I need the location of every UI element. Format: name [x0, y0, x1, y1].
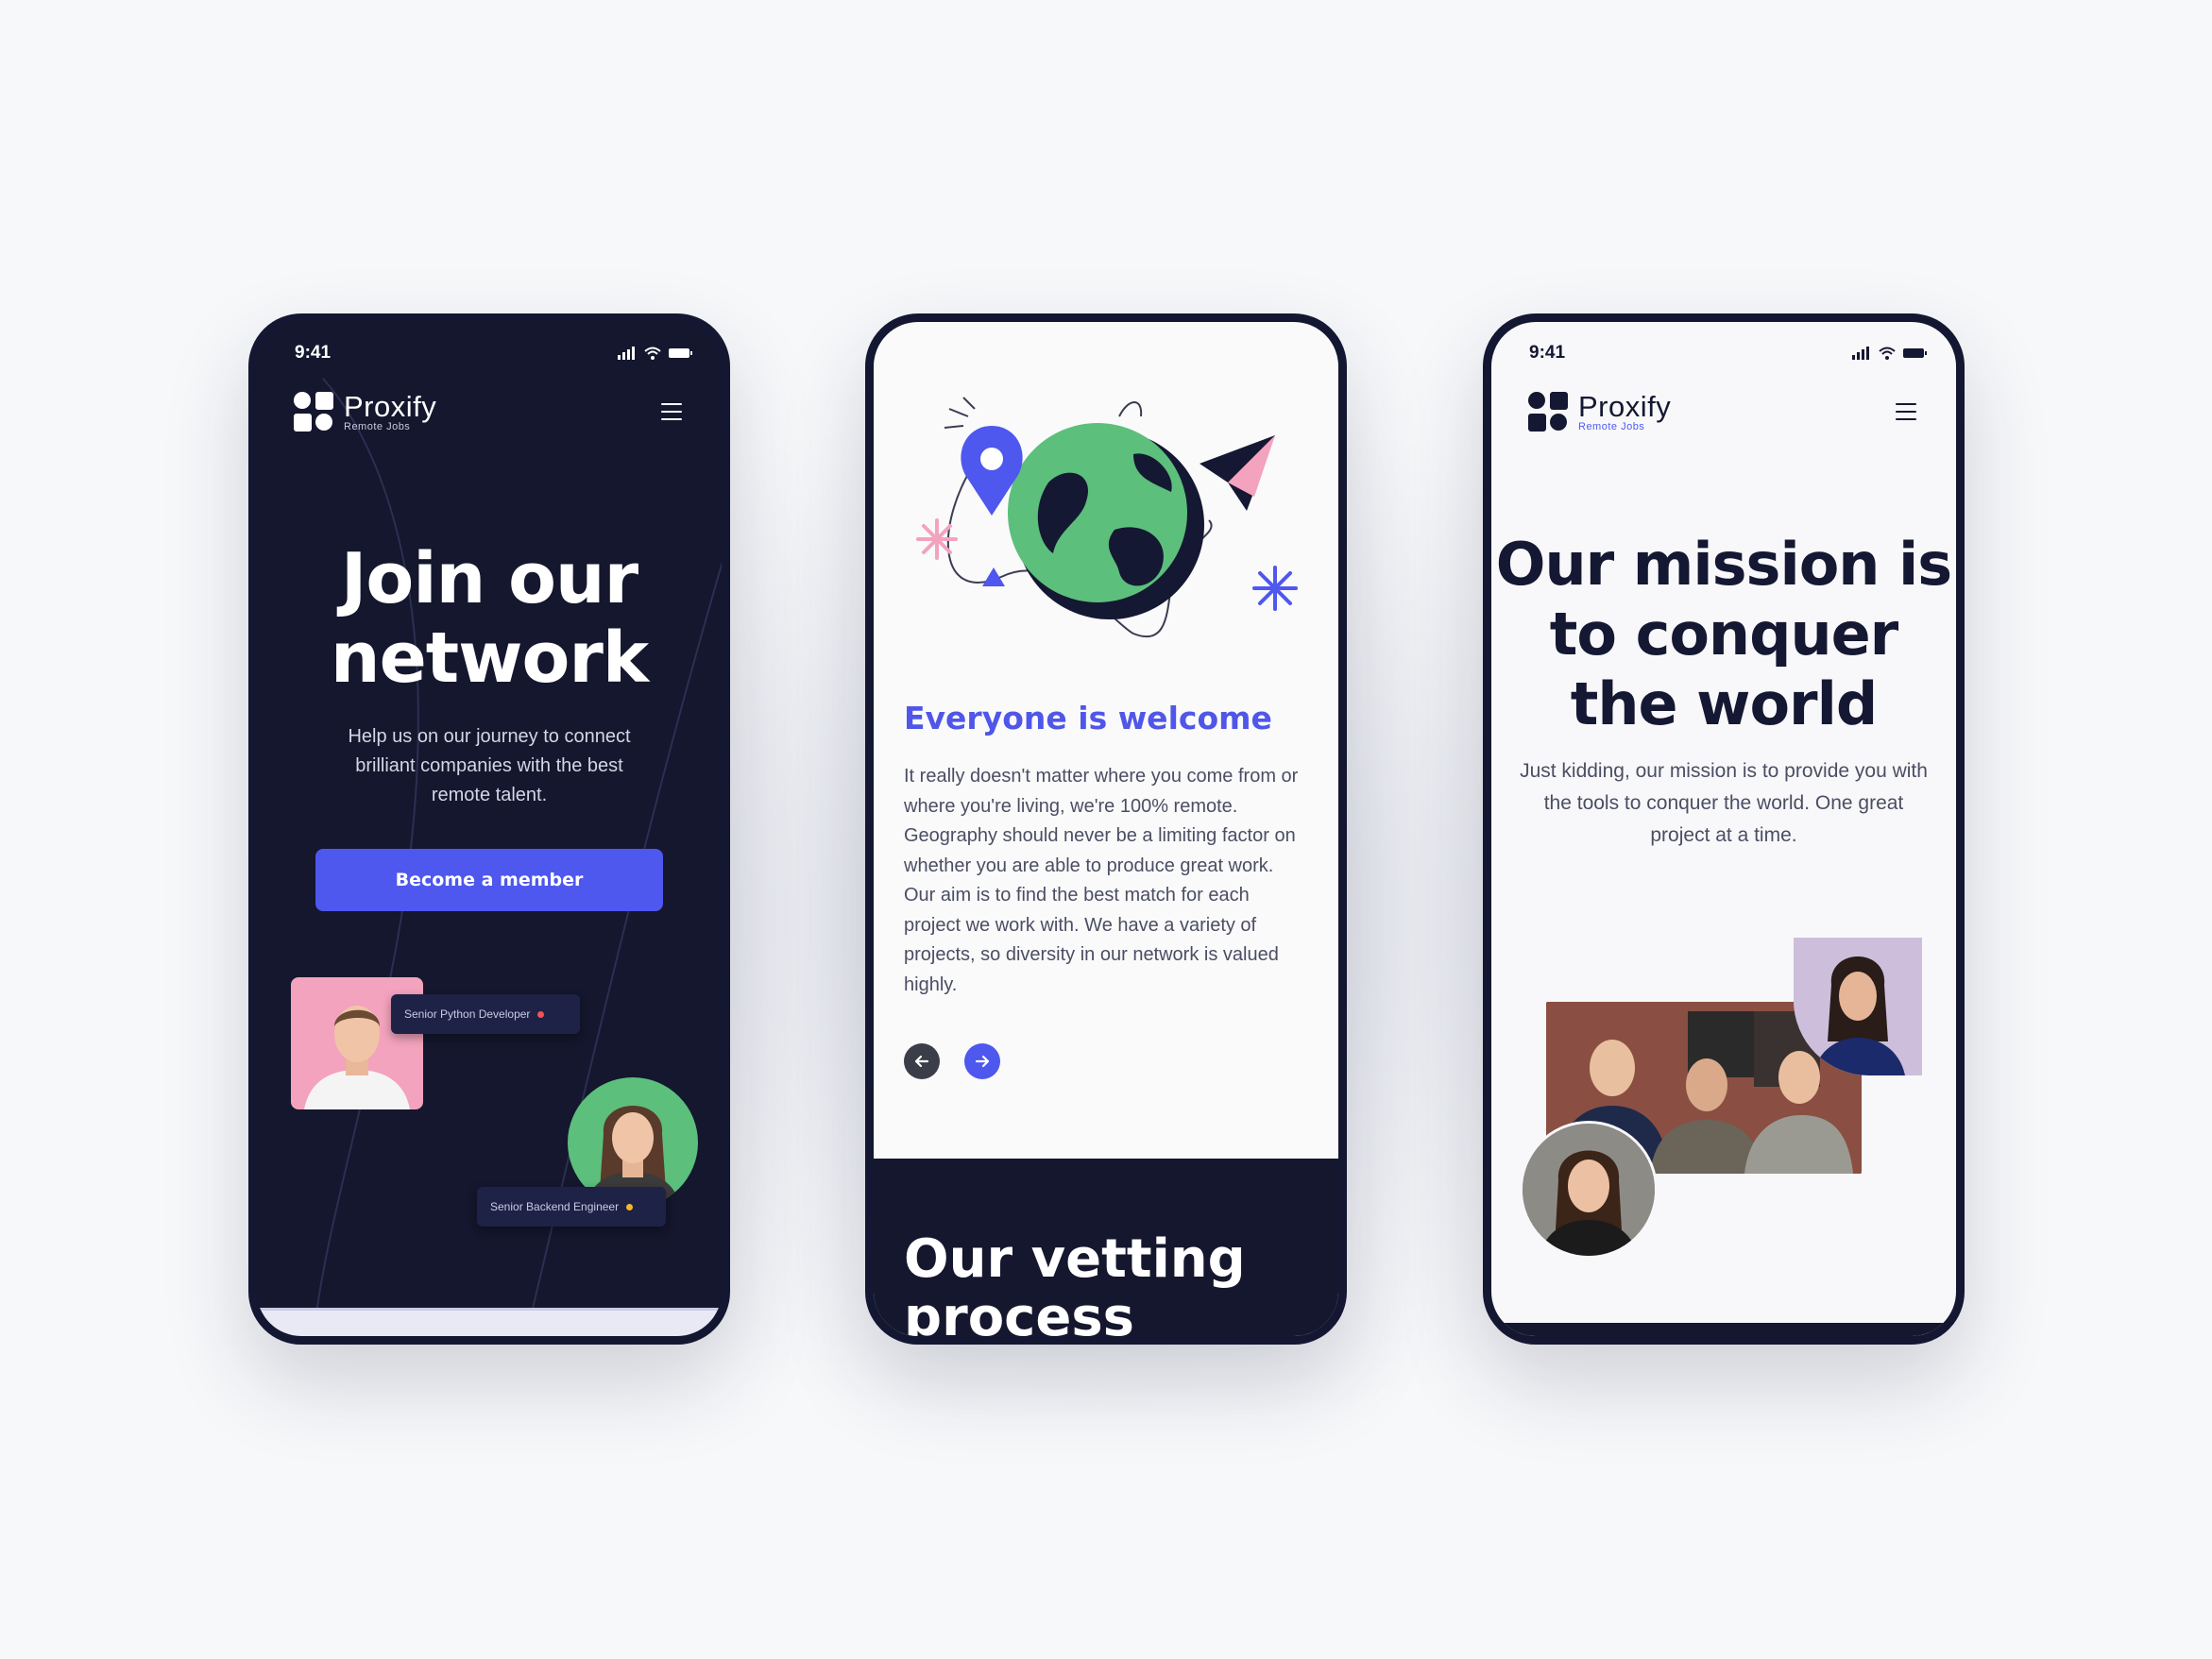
status-dot	[537, 1010, 545, 1018]
menu-icon[interactable]	[1892, 400, 1920, 423]
person-avatar-icon	[1523, 1124, 1655, 1256]
status-dot	[626, 1203, 634, 1210]
bottom-section-edge	[1491, 1323, 1956, 1336]
carousel-controls	[904, 1043, 1000, 1079]
next-button[interactable]	[964, 1043, 1000, 1079]
role-tag: Senior Backend Engineer	[477, 1187, 666, 1227]
bottom-section-edge	[257, 1308, 722, 1336]
brand-subtitle: Remote Jobs	[1578, 420, 1645, 432]
asterisk-icon	[916, 518, 958, 560]
signal-icon	[1852, 347, 1869, 360]
member-photo-round	[1520, 1121, 1658, 1259]
brand-subtitle: Remote Jobs	[344, 420, 411, 432]
vetting-section: Our vetting process	[874, 1159, 1338, 1336]
brand-logo[interactable]: Proxify Remote Jobs	[1527, 391, 1671, 432]
phone-everyone-welcome: Everyone is welcome It really doesn't ma…	[865, 313, 1347, 1345]
brand-name: Proxify	[1578, 389, 1672, 423]
section-body: It really doesn't matter where you come …	[904, 766, 1299, 995]
become-member-button[interactable]: Become a member	[315, 849, 663, 911]
hero-title: Join our network	[330, 538, 649, 699]
menu-icon[interactable]	[657, 400, 686, 423]
battery-icon	[669, 348, 692, 358]
app-header: Proxify Remote Jobs	[1527, 388, 1920, 435]
role-tag: Senior Python Developer	[391, 994, 580, 1034]
globe-illustration	[916, 397, 1298, 637]
hero-subtitle: Help us on our journey to connect brilli…	[348, 726, 631, 805]
asterisk-icon	[1252, 566, 1298, 611]
arrow-left-icon	[914, 1055, 929, 1068]
hero-subtitle: Just kidding, our mission is to provide …	[1520, 760, 1928, 846]
proxify-logo-icon	[294, 392, 333, 432]
brand-name: Proxify	[344, 389, 437, 423]
status-bar: 9:41	[295, 339, 693, 367]
previous-button[interactable]	[904, 1043, 940, 1079]
wifi-icon	[1879, 347, 1896, 360]
status-time: 9:41	[295, 343, 332, 363]
proxify-logo-icon	[1528, 392, 1568, 432]
status-bar: 9:41	[1529, 339, 1928, 367]
arrow-right-icon	[975, 1055, 990, 1068]
signal-icon	[618, 347, 635, 360]
phone-our-mission: 9:41 Proxify Remote Jobs Our mission is …	[1483, 313, 1965, 1345]
section-heading: Everyone is welcome	[904, 700, 1272, 736]
phone-join-network: 9:41 Proxify Remote Jobs Join our networ…	[248, 313, 730, 1345]
battery-icon	[1903, 348, 1927, 358]
status-time: 9:41	[1529, 343, 1566, 363]
app-header: Proxify Remote Jobs	[293, 388, 686, 435]
hero-title: Our mission is to conquer the world	[1495, 530, 1952, 738]
wifi-icon	[644, 347, 661, 360]
brand-logo[interactable]: Proxify Remote Jobs	[293, 391, 436, 432]
vetting-title: Our vetting process	[904, 1228, 1246, 1345]
